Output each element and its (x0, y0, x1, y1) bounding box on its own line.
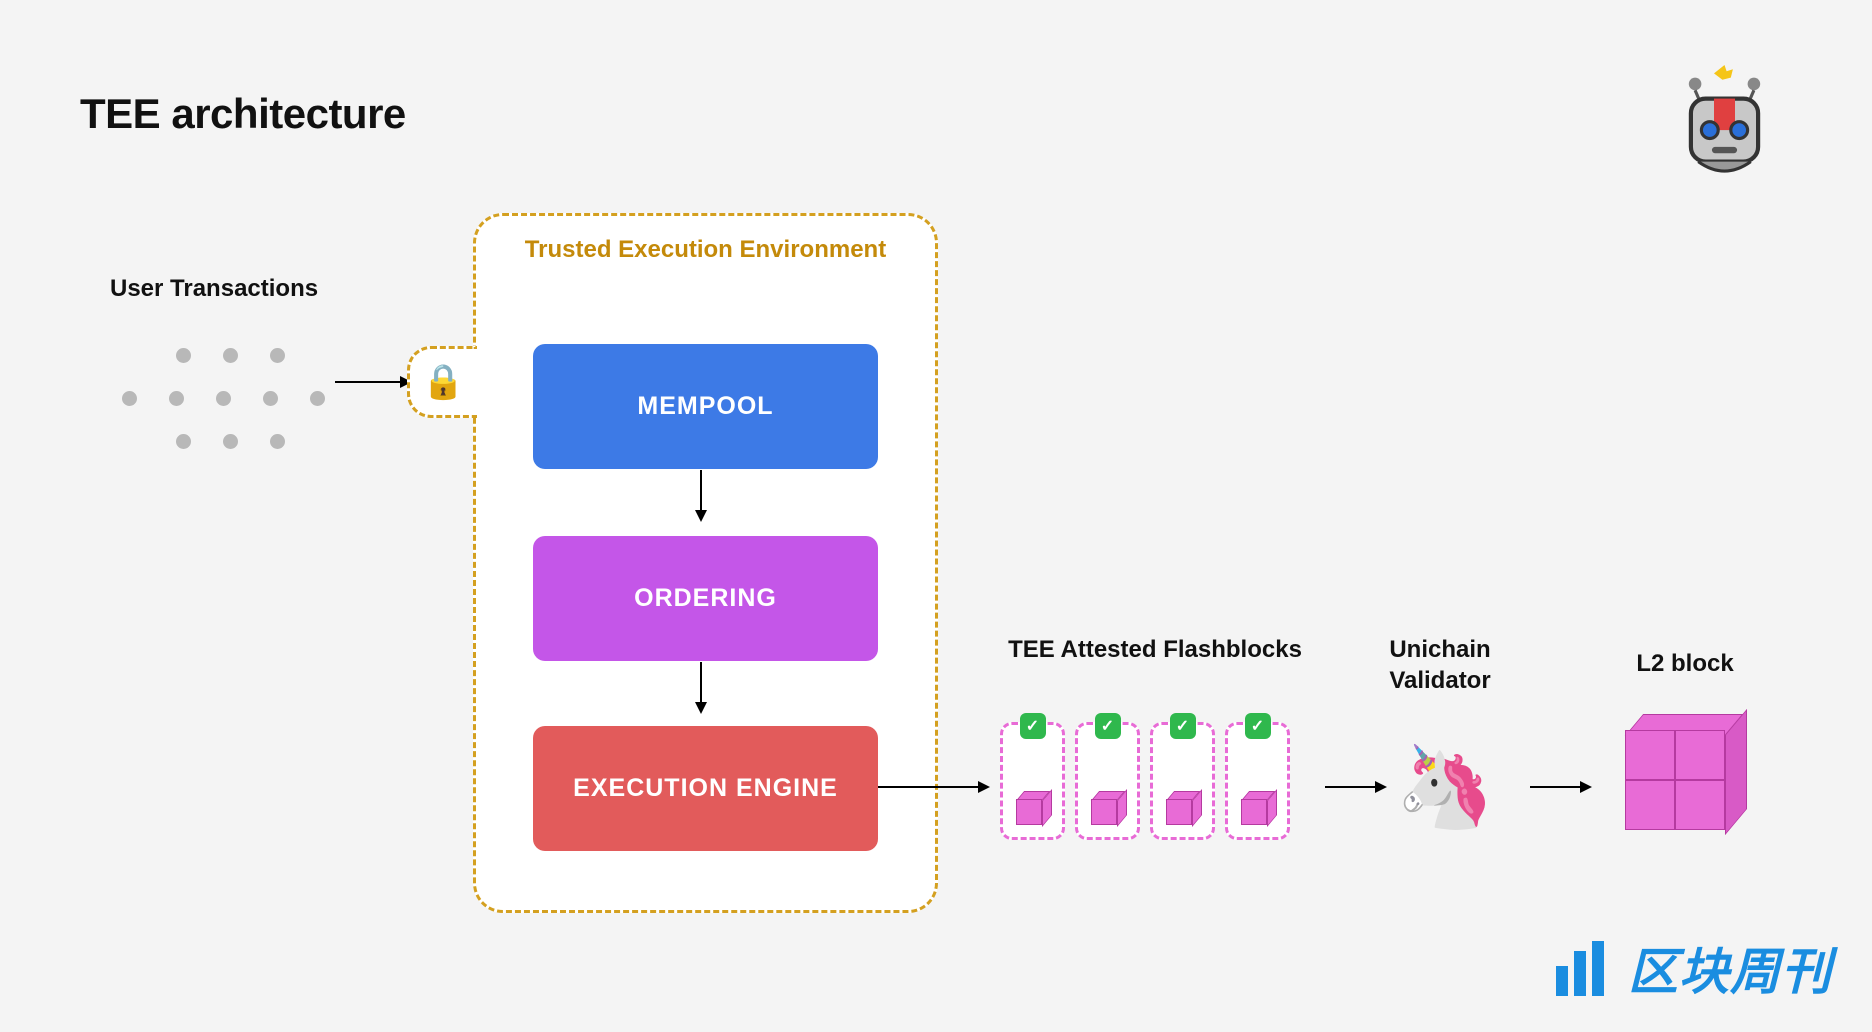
validator-label: Unichain Validator (1345, 634, 1535, 696)
check-icon: ✓ (1095, 713, 1121, 739)
lock-icon: 🔒 (407, 346, 477, 418)
flashblock-item: ✓ (1000, 722, 1065, 840)
execution-engine-stage: EXECUTION ENGINE (533, 726, 878, 851)
tee-container: Trusted Execution Environment MEMPOOL OR… (473, 213, 938, 913)
arrow-ordering-to-exec (700, 662, 702, 712)
flashblock-item: ✓ (1150, 722, 1215, 840)
arrow-mempool-to-ordering (700, 470, 702, 520)
user-transactions-label: User Transactions (110, 275, 318, 303)
mempool-stage: MEMPOOL (533, 344, 878, 469)
watermark-text: 区块周刊 (1628, 932, 1832, 1004)
arrow-exec-to-flashblocks (878, 786, 988, 788)
arrow-to-lock (335, 381, 410, 383)
flashblock-item: ✓ (1225, 722, 1290, 840)
l2-block-label: L2 block (1610, 650, 1760, 678)
arrow-to-validator (1325, 786, 1385, 788)
watermark-icon (1556, 941, 1616, 996)
arrow-to-l2 (1530, 786, 1590, 788)
check-icon: ✓ (1170, 713, 1196, 739)
cube-icon (1091, 791, 1125, 825)
page-title: TEE architecture (80, 90, 406, 138)
robot-logo-icon (1672, 65, 1777, 180)
user-transactions-dots (113, 320, 333, 477)
watermark: 区块周刊 (1556, 932, 1832, 1004)
cube-icon (1166, 791, 1200, 825)
check-icon: ✓ (1245, 713, 1271, 739)
cube-icon (1016, 791, 1050, 825)
cube-icon (1241, 791, 1275, 825)
tee-title: Trusted Execution Environment (476, 236, 935, 264)
ordering-stage: ORDERING (533, 536, 878, 661)
flashblocks-group: ✓ ✓ ✓ ✓ (1000, 722, 1290, 840)
flashblock-item: ✓ (1075, 722, 1140, 840)
l2-block-icon (1625, 730, 1725, 830)
check-icon: ✓ (1020, 713, 1046, 739)
flashblocks-label: TEE Attested Flashblocks (1000, 634, 1310, 665)
unicorn-icon: 🦄 (1395, 740, 1495, 834)
